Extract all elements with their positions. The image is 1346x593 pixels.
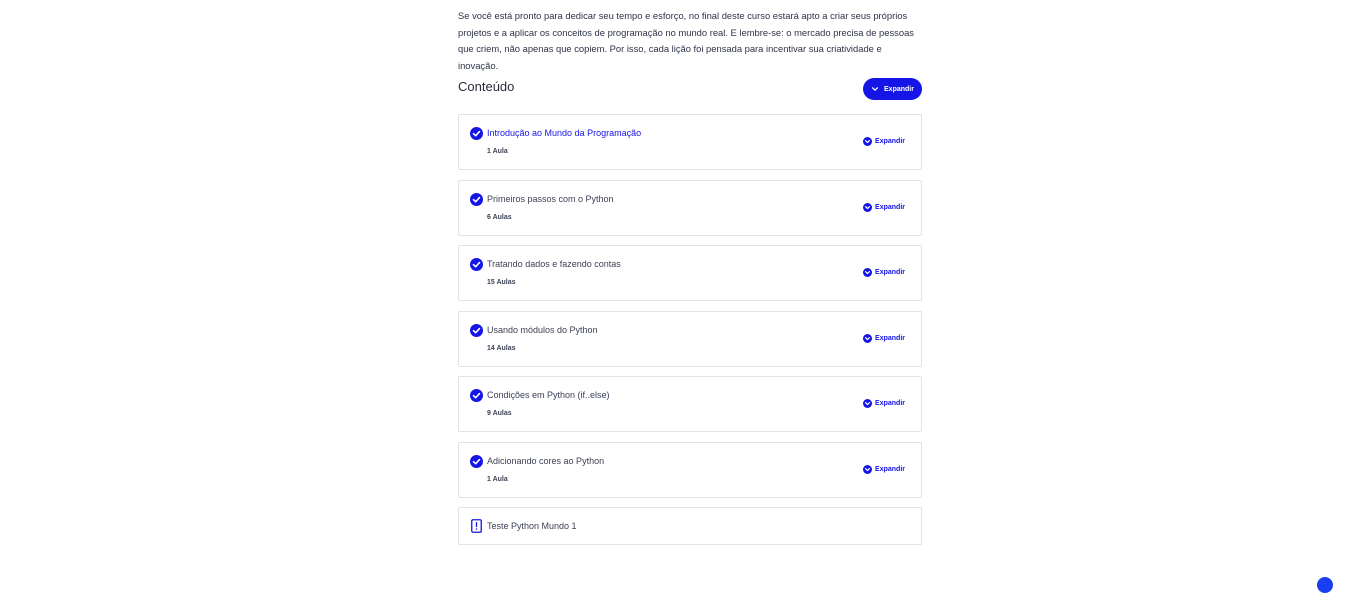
chevron-down-circle-icon (863, 399, 873, 408)
module-title[interactable]: Tratando dados e fazendo contas (487, 259, 621, 269)
check-circle-icon (470, 192, 483, 206)
module-expand-label: Expandir (875, 203, 905, 211)
module-title[interactable]: Introdução ao Mundo da Programação (487, 128, 641, 138)
check-circle-icon (470, 323, 483, 337)
check-circle-icon (470, 389, 483, 402)
module-lesson-count: 15 Aulas (487, 279, 516, 286)
module-title[interactable]: Primeiros passos com o Python (487, 194, 614, 204)
module-list: Introdução ao Mundo da Programação 1 Aula… (458, 114, 922, 545)
chevron-down-icon (871, 87, 879, 91)
course-description: Se você está pronto para dedicar seu tem… (458, 10, 914, 71)
module-expand-button[interactable]: Expandir (863, 268, 905, 277)
module-expand-button[interactable]: Expandir (863, 399, 905, 408)
check-circle-icon (470, 258, 483, 271)
check-circle-icon (470, 454, 483, 468)
module-lesson-count: 1 Aula (487, 148, 508, 155)
module-expand-label: Expandir (875, 269, 905, 276)
module-expand-label: Expandir (875, 334, 905, 342)
module-item[interactable]: Condições em Python (if..else) 9 Aulas Exp… (458, 376, 922, 432)
chevron-down-circle-icon (863, 202, 873, 212)
module-item[interactable]: Introdução ao Mundo da Programação 1 Aula… (458, 114, 922, 170)
module-expand-button[interactable]: Expandir (863, 202, 905, 212)
test-title[interactable]: Teste Python Mundo 1 (487, 521, 577, 531)
expand-all-label: Expandir (884, 85, 914, 93)
scroll-to-top-button[interactable] (1317, 577, 1333, 593)
module-lesson-count: 1 Aula (487, 475, 508, 483)
module-title[interactable]: Usando módulos do Python (487, 325, 598, 335)
module-title[interactable]: Adicionando cores ao Python (487, 456, 604, 466)
module-expand-label: Expandir (875, 138, 905, 145)
expand-all-button[interactable]: Expandir (863, 78, 922, 100)
module-item[interactable]: Primeiros passos com o Python 6 Aulas Expa… (458, 179, 922, 236)
module-expand-label: Expandir (875, 400, 905, 407)
module-expand-button[interactable]: Expandir (863, 464, 905, 474)
content-header: Conteúdo Expandir (458, 78, 922, 100)
test-item[interactable]: Teste Python Mundo 1 (458, 507, 922, 545)
module-lesson-count: 14 Aulas (487, 344, 516, 352)
module-title[interactable]: Condições em Python (if..else) (487, 390, 610, 400)
chevron-down-circle-icon (863, 333, 873, 343)
check-circle-icon (470, 127, 483, 140)
module-expand-button[interactable]: Expandir (863, 333, 905, 343)
chevron-down-circle-icon (863, 268, 873, 277)
module-item[interactable]: Adicionando cores ao Python 1 Aula Expandi… (458, 441, 922, 498)
content-title: Conteúdo (458, 79, 515, 94)
test-document-icon (471, 519, 482, 533)
module-expand-label: Expandir (875, 465, 905, 473)
module-expand-button[interactable]: Expandir (863, 137, 905, 146)
chevron-down-circle-icon (863, 137, 873, 146)
module-item[interactable]: Usando módulos do Python 14 Aulas Expandir (458, 310, 922, 367)
module-item[interactable]: Tratando dados e fazendo contas 15 Aulas E… (458, 245, 922, 301)
chevron-down-circle-icon (863, 464, 873, 474)
module-lesson-count: 6 Aulas (487, 213, 512, 221)
module-lesson-count: 9 Aulas (487, 410, 512, 417)
